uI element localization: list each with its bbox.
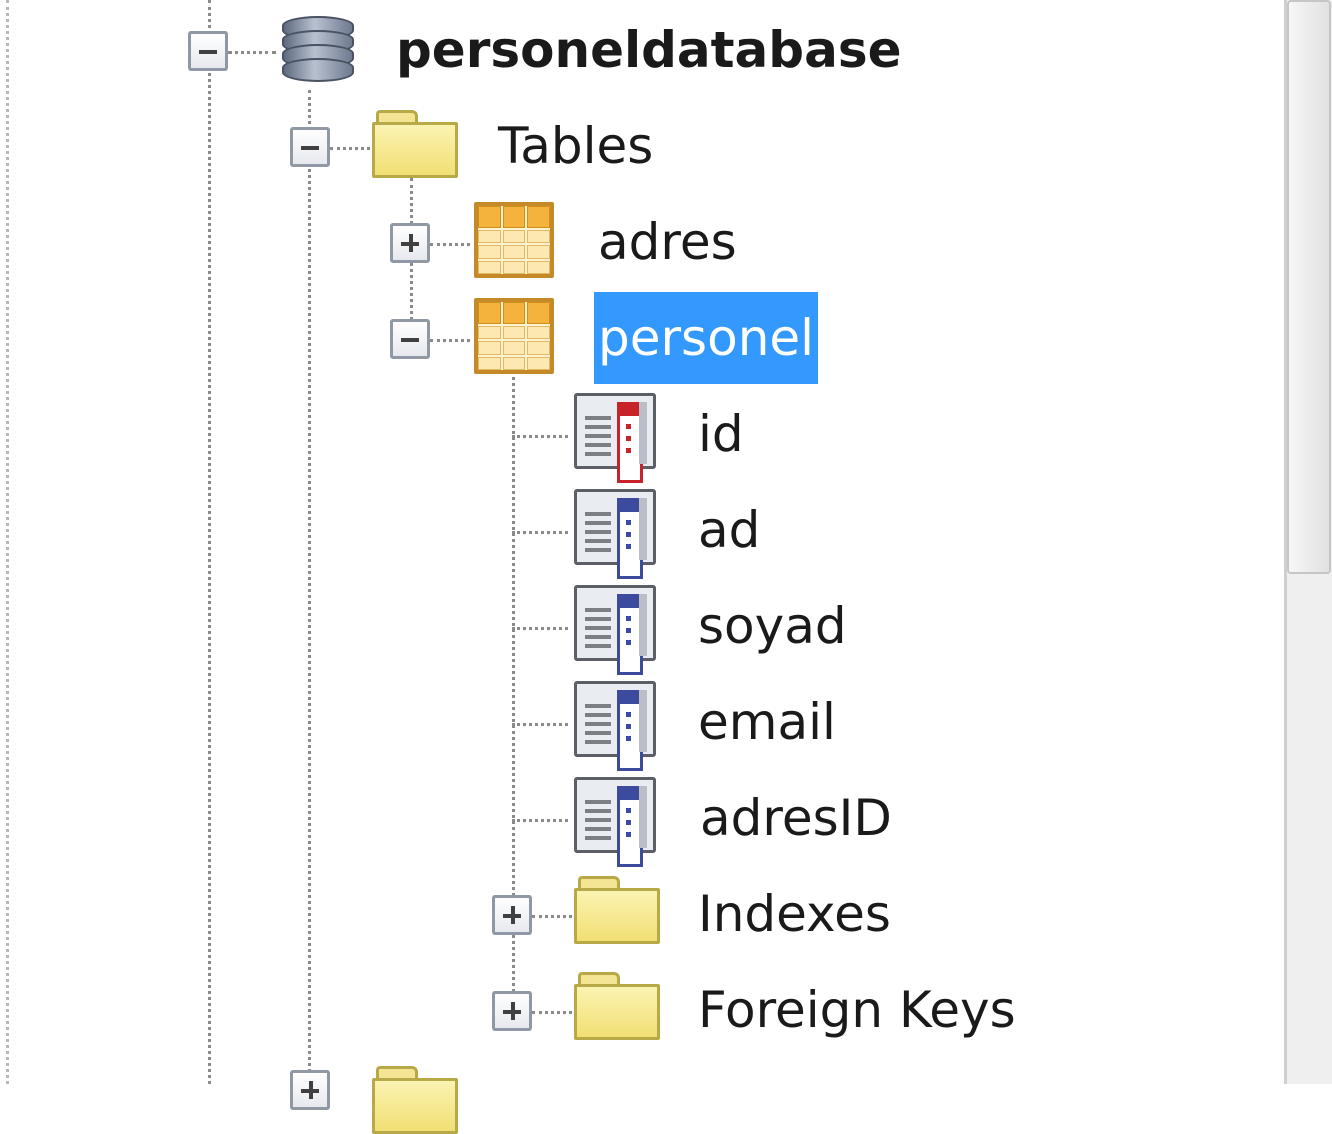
primary-key-column-icon [574,393,656,483]
column-node-soyad[interactable]: soyad [698,596,847,656]
table-node-personel[interactable]: personel [594,292,819,384]
vertical-scrollbar[interactable] [1284,0,1332,1084]
column-node-adresID[interactable]: adresID [700,788,892,848]
tree-line [532,1011,572,1014]
table-icon [474,202,554,278]
folder-icon [574,972,660,1040]
tree-line [430,339,470,342]
database-icon [282,16,354,86]
expand-icon[interactable] [492,991,532,1031]
tree-line [208,0,211,1084]
collapse-icon[interactable] [188,31,228,71]
column-icon [574,585,656,675]
tree-line [330,147,370,150]
column-node-ad[interactable]: ad [698,500,760,560]
tree-line [512,723,568,726]
tree-line [512,819,568,822]
expand-icon[interactable] [290,1070,330,1110]
tree-line [512,627,568,630]
tree-line [512,531,568,534]
column-icon [574,681,656,771]
database-node-label[interactable]: personeldatabase [396,20,902,80]
tables-folder-label[interactable]: Tables [498,116,653,176]
expand-icon[interactable] [390,223,430,263]
tree-line [512,435,568,438]
foreign-keys-folder-label[interactable]: Foreign Keys [698,980,1016,1040]
table-icon [474,298,554,374]
tree-line [308,90,311,1084]
column-icon [574,489,656,579]
indexes-folder-label[interactable]: Indexes [698,884,891,944]
column-node-id[interactable]: id [698,404,744,464]
tree-line [228,51,276,54]
tree-line [532,915,572,918]
column-node-email[interactable]: email [698,692,836,752]
table-node-adres[interactable]: adres [598,212,737,272]
column-icon [574,777,656,867]
collapse-icon[interactable] [390,319,430,359]
folder-icon [372,1066,458,1134]
folder-icon [574,876,660,944]
folder-icon [372,110,458,178]
scrollbar-thumb[interactable] [1287,0,1331,574]
panel-left-border [6,0,9,1084]
collapse-icon[interactable] [290,127,330,167]
expand-icon[interactable] [492,895,532,935]
tree-line [430,243,470,246]
